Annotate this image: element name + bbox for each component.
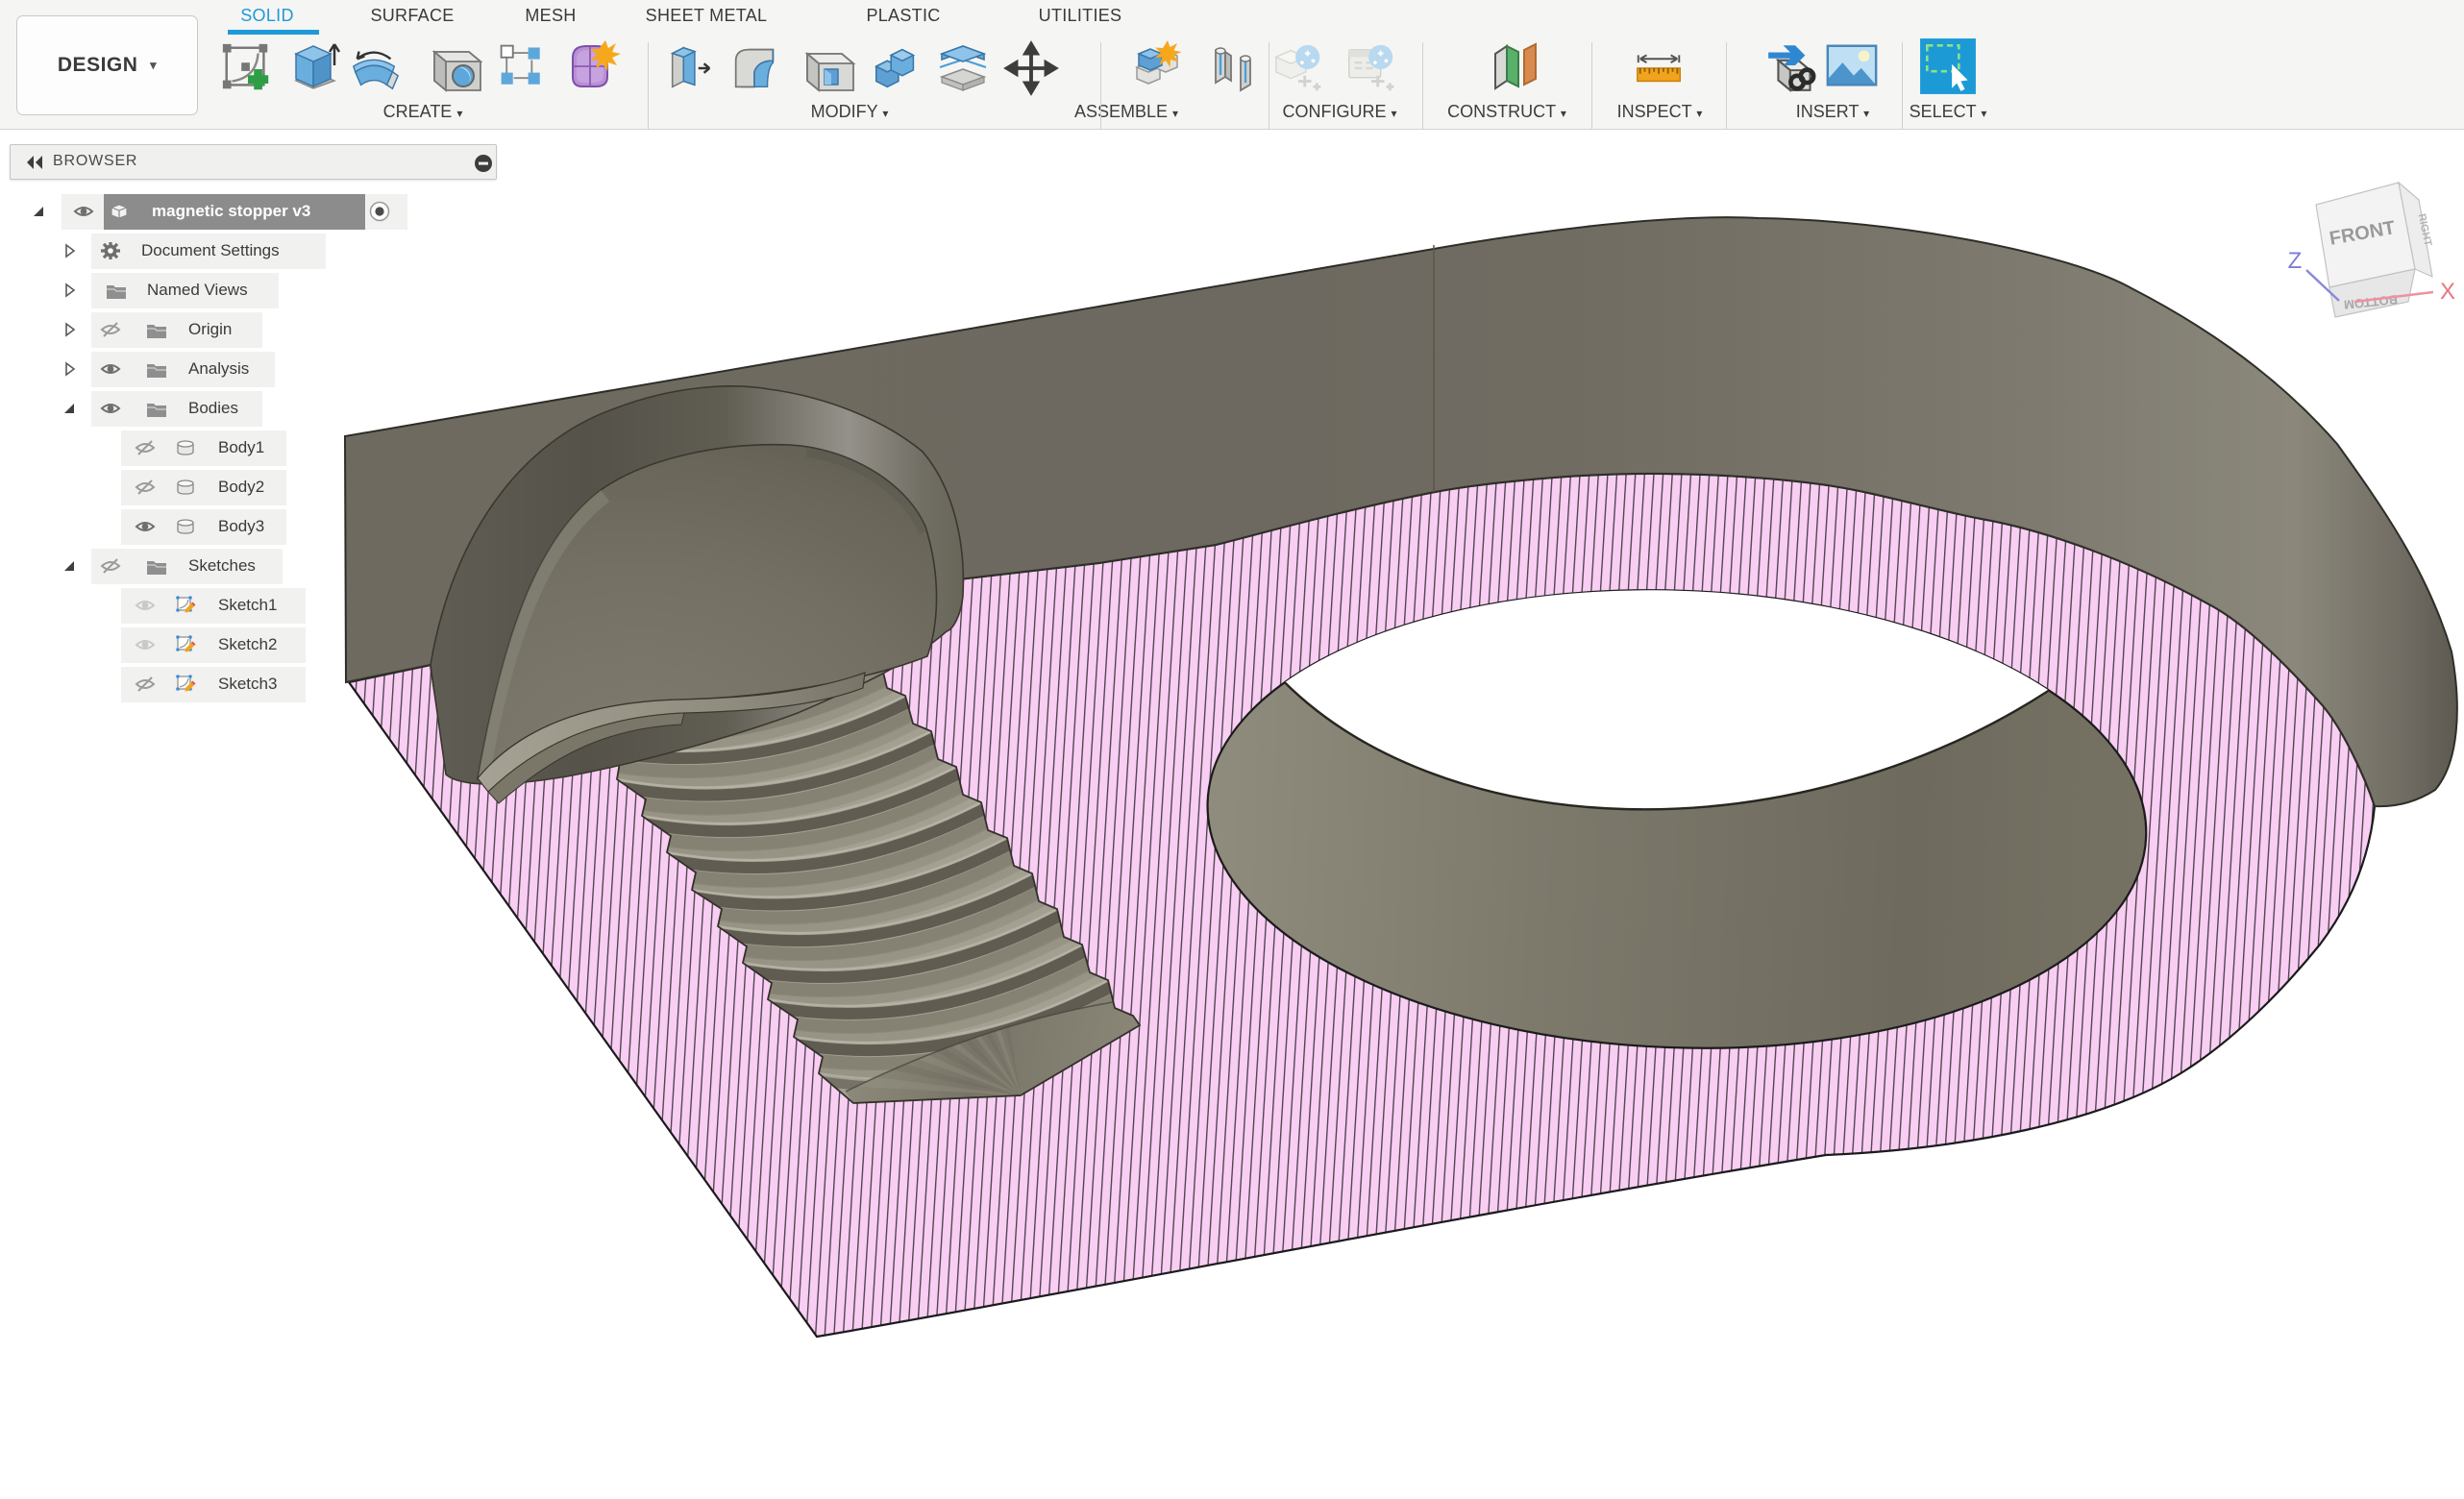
svg-text:X: X xyxy=(2440,279,2455,305)
svg-text:Z: Z xyxy=(2288,248,2303,274)
